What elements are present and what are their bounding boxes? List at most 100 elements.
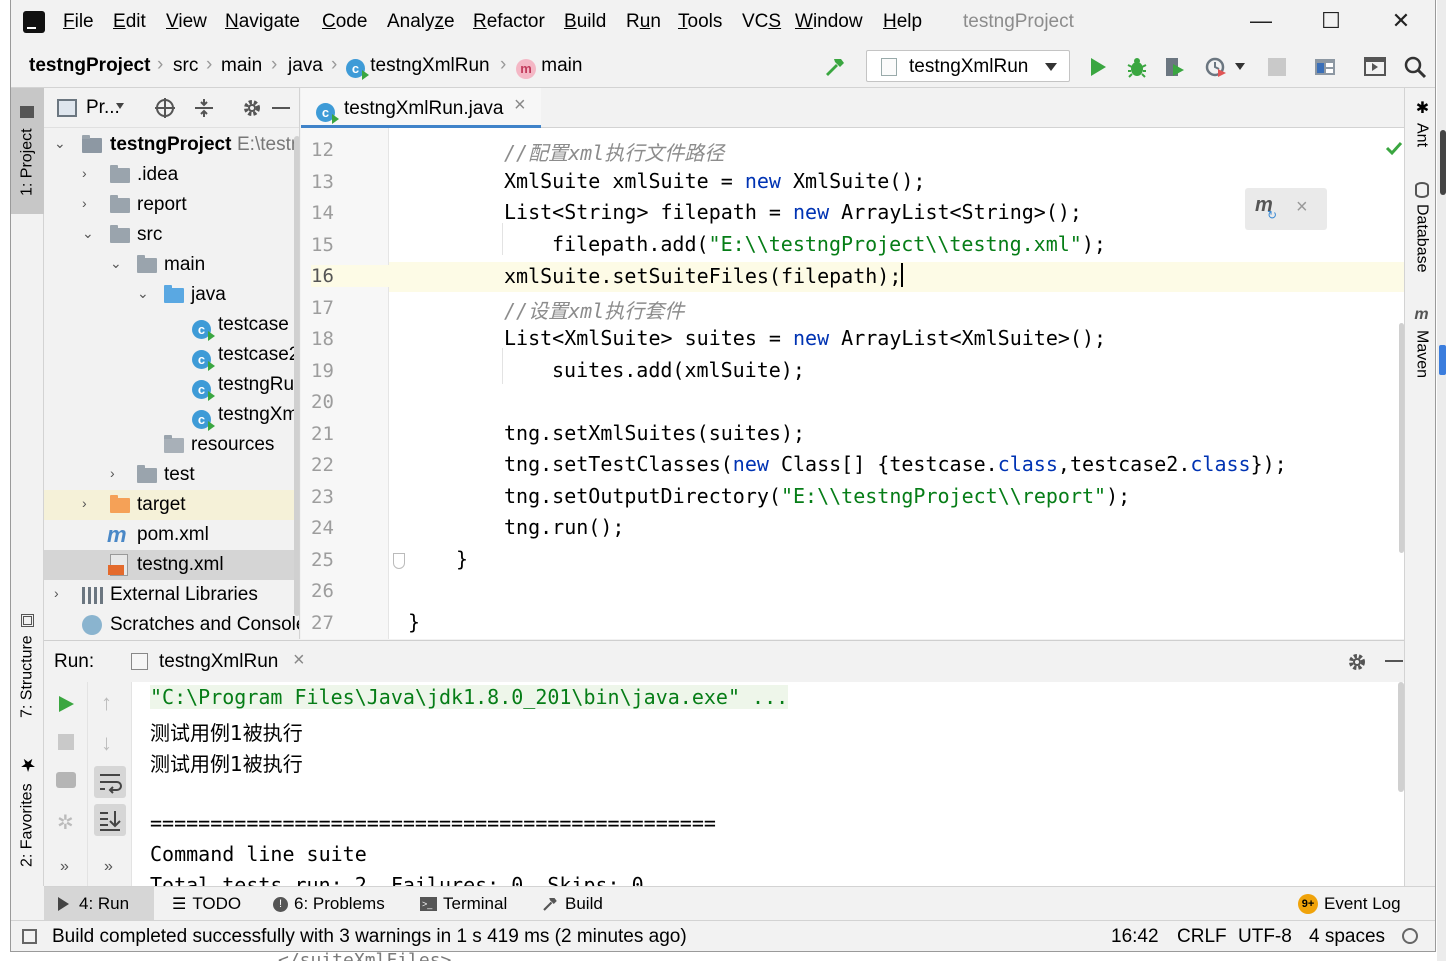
breadcrumb-main[interactable]: main — [221, 55, 262, 77]
run-console[interactable]: "C:\Program Files\Java\jdk1.8.0_201\bin\… — [132, 682, 1404, 886]
inspector-icon[interactable] — [1402, 928, 1418, 944]
inspection-ok-check-icon[interactable] — [1385, 140, 1403, 156]
toggle-tool-windows-icon[interactable] — [22, 929, 37, 944]
collapse-all-icon[interactable] — [193, 97, 215, 119]
build-hammer-icon[interactable] — [823, 55, 847, 79]
tree-item-project-root[interactable]: ⌄ testngProject E:\testn — [44, 130, 299, 160]
stop-icon[interactable] — [58, 734, 74, 750]
tree-item-external-libraries[interactable]: › External Libraries — [44, 580, 299, 610]
tree-item-testcase[interactable]: c testcase — [44, 310, 299, 341]
scroll-to-end-button[interactable] — [94, 804, 126, 836]
menu-help[interactable]: Help — [883, 11, 922, 33]
profiler-icon[interactable] — [1204, 55, 1228, 79]
indent-setting[interactable]: 4 spaces — [1309, 926, 1385, 948]
project-scrollbar[interactable] — [294, 136, 299, 616]
file-encoding[interactable]: UTF-8 — [1238, 926, 1292, 948]
tree-item-target[interactable]: › target — [44, 490, 299, 520]
run-with-coverage-icon[interactable] — [1163, 55, 1187, 79]
run-configuration-selector[interactable]: testngXmlRun — [866, 50, 1070, 82]
arrow-up-icon[interactable]: ↑ — [101, 690, 112, 716]
close-run-tab-icon[interactable]: × — [293, 649, 305, 672]
menu-code[interactable]: Code — [322, 11, 367, 33]
todo-tool-button[interactable]: ☰ TODO — [172, 887, 241, 921]
breadcrumb-class[interactable]: c testngXmlRun — [346, 55, 490, 80]
breadcrumb-src[interactable]: src — [173, 55, 198, 77]
menu-navigate[interactable]: Navigate — [225, 11, 300, 33]
tree-item-report[interactable]: › report — [44, 190, 299, 220]
menu-refactor[interactable]: Refactor — [473, 11, 545, 33]
favorites-tool-tab[interactable]: 2: Favorites ★ — [11, 748, 44, 873]
close-tab-icon[interactable]: × — [514, 94, 526, 117]
chevron-down-icon[interactable] — [1235, 63, 1245, 70]
caret-position[interactable]: 16:42 — [1111, 926, 1159, 948]
rerun-icon[interactable] — [56, 694, 76, 714]
tree-item-test[interactable]: › test — [44, 460, 299, 490]
tree-item-testngrun[interactable]: c testngRun — [44, 370, 299, 401]
search-icon[interactable] — [1403, 55, 1427, 79]
project-panel-title[interactable]: Pr... — [86, 97, 120, 119]
tree-item-testng-xml[interactable]: testng.xml — [44, 550, 299, 580]
tree-item-pom[interactable]: m pom.xml — [44, 520, 299, 550]
line-separator[interactable]: CRLF — [1177, 926, 1227, 948]
tree-item-resources[interactable]: resources — [44, 430, 299, 460]
stop-icon[interactable] — [1268, 58, 1286, 76]
event-log-tool-button[interactable]: 9+ Event Log — [1298, 887, 1401, 921]
menu-view[interactable]: View — [166, 11, 207, 33]
menu-build[interactable]: Build — [564, 11, 606, 33]
close-window-button[interactable]: ✕ — [1381, 8, 1421, 36]
ant-tool-tab[interactable]: ✱ Ant — [1405, 98, 1435, 158]
breadcrumb-method[interactable]: m main — [516, 55, 582, 79]
editor-scrollbar[interactable] — [1399, 323, 1404, 553]
debug-bug-icon[interactable] — [1125, 55, 1149, 79]
fold-marker-icon[interactable] — [393, 553, 405, 569]
tree-item-java[interactable]: ⌄ java — [44, 280, 299, 310]
chevron-down-icon[interactable] — [116, 103, 124, 109]
breadcrumb-java[interactable]: java — [288, 55, 323, 77]
presentation-mode-icon[interactable] — [1363, 55, 1387, 79]
menu-edit[interactable]: Edit — [113, 11, 146, 33]
tree-item-src[interactable]: ⌄ src — [44, 220, 299, 250]
breadcrumb-project[interactable]: testngProject — [29, 55, 150, 77]
run-icon[interactable] — [1086, 55, 1110, 79]
menu-analyze[interactable]: Analyze — [387, 11, 455, 33]
tree-item-testngxmlrun[interactable]: c testngXmlRun — [44, 400, 299, 431]
structure-tool-tab[interactable]: 7: Structure — [11, 606, 44, 726]
maven-tool-tab[interactable]: m Maven — [1405, 306, 1435, 406]
console-scrollbar[interactable] — [1398, 682, 1404, 792]
tree-item-testcase2[interactable]: c testcase2 — [44, 340, 299, 371]
camera-icon[interactable] — [56, 772, 76, 788]
menu-file[interactable]: File — [63, 11, 94, 33]
arrow-down-icon[interactable]: ↓ — [101, 730, 112, 756]
tree-item-idea[interactable]: › .idea — [44, 160, 299, 190]
menu-vcs[interactable]: VCS — [742, 11, 781, 33]
run-tab-label[interactable]: testngXmlRun — [159, 651, 278, 673]
keyword-class: class — [997, 452, 1058, 476]
menu-run[interactable]: Run — [626, 11, 661, 33]
project-tool-tab[interactable]: 1: Project — [11, 88, 44, 214]
settings-bug-icon[interactable]: ✲ — [57, 810, 74, 835]
more-icon[interactable]: » — [104, 858, 113, 876]
tree-item-scratches[interactable]: Scratches and Consoles — [44, 610, 299, 639]
code-editor[interactable]: 12 13 14 15 16 17 18 19 20 21 22 23 24 2… — [301, 128, 1404, 639]
menu-window[interactable]: Window — [795, 11, 863, 33]
status-message[interactable]: Build completed successfully with 3 warn… — [52, 926, 687, 948]
build-tool-button[interactable]: Build — [541, 887, 603, 921]
close-popup-icon[interactable]: × — [1296, 196, 1308, 219]
maximize-button[interactable]: ☐ — [1311, 8, 1351, 36]
soft-wrap-button[interactable] — [94, 766, 126, 798]
minimize-button[interactable]: — — [1241, 8, 1281, 36]
problems-tool-button[interactable]: ! 6: Problems — [273, 887, 385, 921]
menu-tools[interactable]: Tools — [678, 11, 722, 33]
database-tool-tab[interactable]: Database — [1405, 182, 1435, 292]
editor-tab-testngxmlrun[interactable]: c testngXmlRun.java × — [301, 88, 541, 128]
minimize-panel-icon[interactable] — [1385, 660, 1403, 662]
terminal-tool-button[interactable]: >_ Terminal — [420, 887, 507, 921]
gear-icon[interactable] — [1346, 651, 1368, 673]
tree-item-main[interactable]: ⌄ main — [44, 250, 299, 280]
more-icon[interactable]: » — [60, 858, 69, 876]
minimize-panel-icon[interactable] — [272, 107, 290, 109]
gear-icon[interactable] — [241, 97, 263, 119]
locate-target-icon[interactable] — [154, 97, 176, 119]
project-structure-icon[interactable] — [1313, 55, 1337, 79]
run-tool-button[interactable]: 4: Run — [44, 887, 154, 921]
